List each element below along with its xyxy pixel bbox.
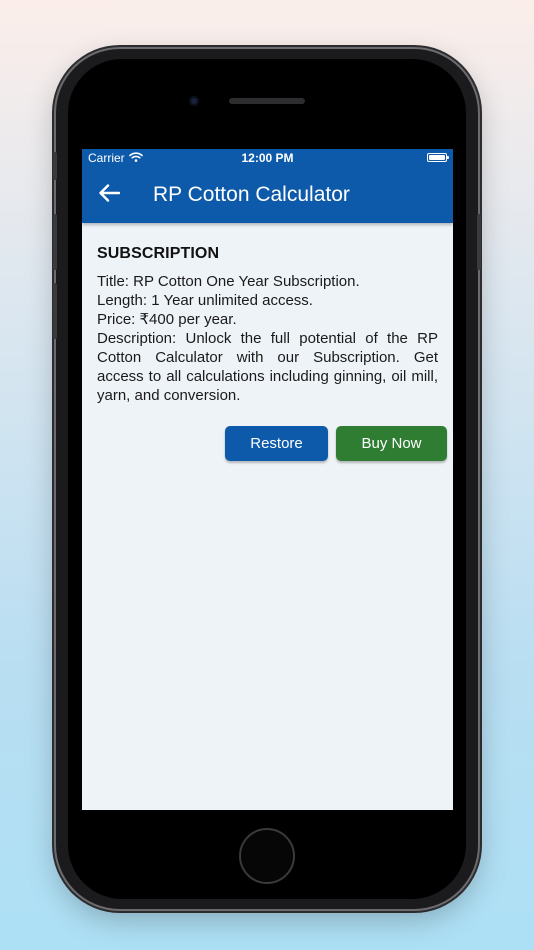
- volume-up-button: [53, 214, 57, 270]
- status-bar: Carrier 12:00 PM: [82, 149, 453, 167]
- volume-down-button: [53, 283, 57, 339]
- app-screen: Carrier 12:00 PM RP Cotton Calculator SU…: [82, 149, 453, 810]
- subscription-section: SUBSCRIPTION Title: RP Cotton One Year S…: [82, 223, 453, 461]
- mute-switch: [53, 152, 57, 180]
- app-bar: RP Cotton Calculator: [82, 167, 453, 223]
- section-heading: SUBSCRIPTION: [97, 245, 220, 262]
- action-buttons: Restore Buy Now: [97, 426, 447, 461]
- power-button: [477, 214, 481, 270]
- subscription-length-line: Length: 1 Year unlimited access.: [97, 292, 313, 309]
- subscription-price-line: Price: ₹400 per year.: [97, 311, 237, 328]
- status-time: 12:00 PM: [241, 151, 294, 165]
- arrow-left-icon: [98, 183, 121, 207]
- restore-button[interactable]: Restore: [225, 426, 328, 461]
- back-button[interactable]: [82, 167, 136, 223]
- buy-now-button[interactable]: Buy Now: [336, 426, 447, 461]
- front-camera: [189, 96, 199, 106]
- subscription-title-line: Title: RP Cotton One Year Subscription.: [97, 273, 360, 290]
- home-button[interactable]: [239, 828, 295, 884]
- earpiece-speaker: [229, 98, 305, 104]
- subscription-description: Description: Unlock the full potential o…: [97, 330, 438, 404]
- app-title: RP Cotton Calculator: [153, 183, 350, 206]
- battery-icon: [427, 153, 449, 162]
